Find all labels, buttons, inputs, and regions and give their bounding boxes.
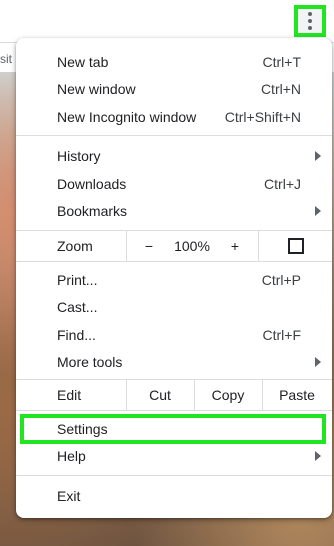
cut-label: Cut [149,387,171,403]
menu-separator [16,135,332,136]
menu-item-new-window[interactable]: New window Ctrl+N [16,75,332,102]
cast-label: Cast... [57,298,98,315]
background-page-text: sit [0,52,12,66]
menu-separator [16,261,332,262]
menu-item-help[interactable]: Help [16,442,332,469]
downloads-label: Downloads [57,175,127,192]
submenu-arrow-icon [315,450,321,461]
zoom-divider [126,231,127,261]
minus-icon: − [144,238,154,254]
menu-item-print[interactable]: Print... Ctrl+P [16,266,332,293]
menu-item-downloads[interactable]: Downloads Ctrl+J [16,170,332,197]
menu-item-history[interactable]: History [16,142,332,169]
submenu-arrow-icon [315,150,321,161]
edit-label: Edit [57,387,82,403]
new-incognito-shortcut: Ctrl+Shift+N [224,108,301,125]
chrome-main-menu: New tab Ctrl+T New window Ctrl+N New Inc… [16,38,332,518]
paste-label: Paste [279,387,315,403]
plus-icon: + [230,238,240,254]
zoom-divider [258,231,259,261]
zoom-in-button[interactable]: + [220,231,250,261]
menu-item-more-tools[interactable]: More tools [16,348,332,375]
menu-item-find[interactable]: Find... Ctrl+F [16,321,332,348]
print-shortcut: Ctrl+P [261,271,301,288]
menu-item-new-tab[interactable]: New tab Ctrl+T [16,48,332,75]
zoom-percentage: 100% [174,238,210,254]
find-label: Find... [57,326,96,343]
menu-item-bookmarks[interactable]: Bookmarks [16,197,332,224]
exit-label: Exit [57,487,81,504]
fullscreen-icon[interactable] [288,238,304,254]
cut-button[interactable]: Cut [126,380,194,410]
new-window-shortcut: Ctrl+N [260,80,301,97]
submenu-arrow-icon [315,205,321,216]
menu-row-zoom: Zoom − 100% + [16,231,332,261]
menu-separator [16,410,332,411]
new-incognito-label: New Incognito window [57,108,197,125]
zoom-level-value: 100% [164,231,220,261]
new-tab-label: New tab [57,53,109,70]
submenu-arrow-icon [315,356,321,367]
settings-highlight-box [20,414,326,444]
vertical-ellipsis-icon [308,12,312,30]
new-tab-shortcut: Ctrl+T [262,53,302,70]
menu-separator [16,475,332,476]
copy-label: Copy [211,387,245,403]
more-tools-label: More tools [57,353,123,370]
browser-toolbar [0,0,334,43]
menu-item-cast[interactable]: Cast... [16,293,332,320]
downloads-shortcut: Ctrl+J [264,175,301,192]
menu-row-edit: Edit Cut Copy Paste [16,380,332,410]
copy-button[interactable]: Copy [194,380,262,410]
zoom-out-button[interactable]: − [134,231,164,261]
menu-item-exit[interactable]: Exit [16,482,332,509]
paste-button[interactable]: Paste [262,380,332,410]
help-label: Help [57,447,86,464]
zoom-label: Zoom [57,238,93,254]
bookmarks-label: Bookmarks [57,202,128,219]
history-label: History [57,147,101,164]
menu-item-new-incognito-window[interactable]: New Incognito window Ctrl+Shift+N [16,103,332,130]
print-label: Print... [57,271,98,288]
new-window-label: New window [57,80,136,97]
customize-menu-button[interactable] [294,5,326,37]
find-shortcut: Ctrl+F [262,326,302,343]
